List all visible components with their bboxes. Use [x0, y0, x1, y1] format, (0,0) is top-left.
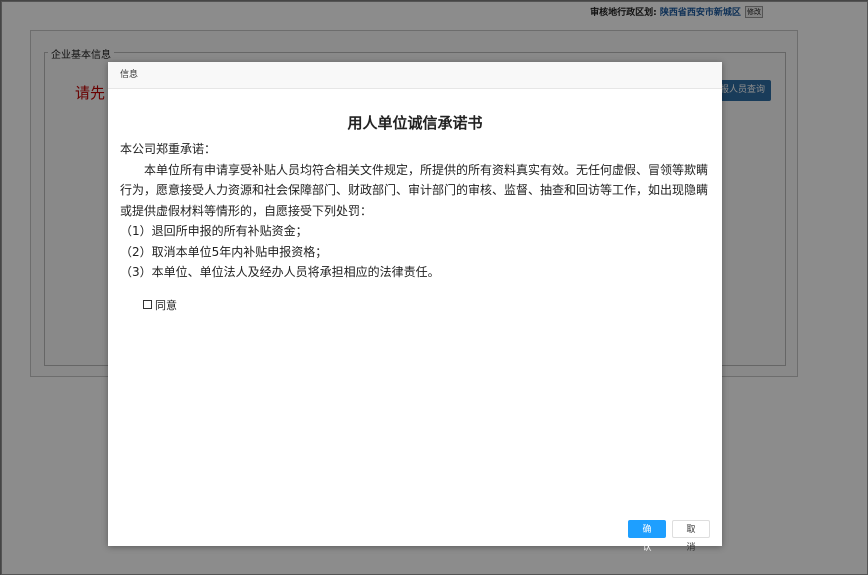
- penalty-item: （1）退回所申报的所有补贴资金；: [120, 224, 308, 238]
- penalty-item: （3）本单位、单位法人及经办人员将承担相应的法律责任。: [120, 265, 440, 279]
- dialog-body: 用人单位诚信承诺书 本公司郑重承诺： 本单位所有申请享受补贴人员均符合相关文件规…: [108, 112, 722, 313]
- pledge-title: 用人单位诚信承诺书: [347, 114, 483, 132]
- penalty-item: （2）取消本单位5年内补贴申报资格；: [120, 244, 328, 259]
- agree-checkbox-row[interactable]: 同意: [143, 297, 710, 313]
- pledge-dialog: 信息 用人单位诚信承诺书 本公司郑重承诺： 本单位所有申请享受补贴人员均符合相关…: [108, 62, 722, 553]
- pledge-text: 本公司郑重承诺： 本单位所有申请享受补贴人员均符合相关文件规定，所提供的所有资料…: [120, 139, 710, 283]
- cancel-button[interactable]: 取消: [672, 520, 710, 553]
- pledge-paragraph: 本单位所有申请享受补贴人员均符合相关文件规定，所提供的所有资料真实有效。无任何虚…: [120, 162, 709, 218]
- confirm-button[interactable]: 确认: [628, 520, 666, 553]
- dialog-header: 信息: [108, 62, 722, 89]
- pledge-intro: 本公司郑重承诺：: [120, 142, 217, 156]
- agree-checkbox[interactable]: [143, 300, 152, 309]
- dialog-footer: 确认 取消: [628, 520, 710, 553]
- agree-label: 同意: [155, 298, 177, 312]
